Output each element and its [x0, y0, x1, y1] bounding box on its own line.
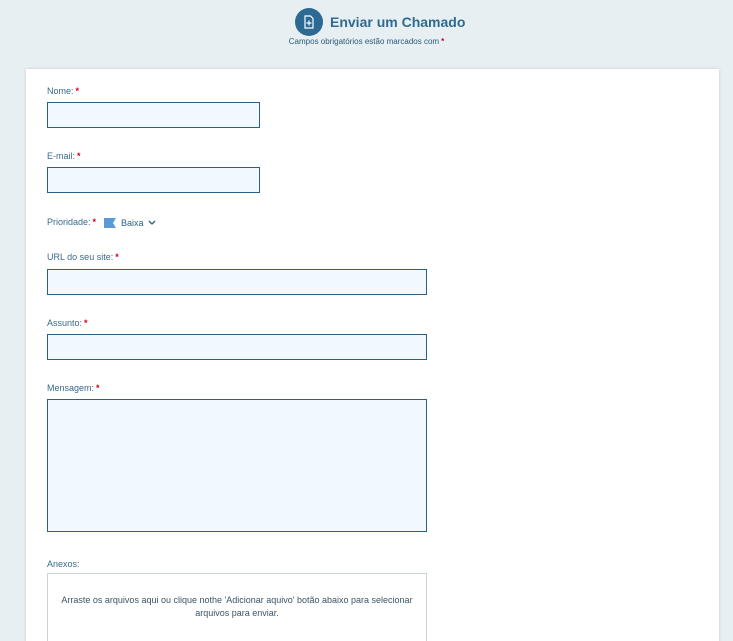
dropzone-text: Arraste os arquivos aqui ou clique nothe… [61, 595, 413, 618]
message-textarea[interactable] [47, 399, 427, 532]
required-asterisk: * [92, 217, 97, 227]
required-note-text: Campos obrigatórios estão marcados com [288, 37, 440, 46]
chevron-down-icon [148, 218, 156, 228]
priority-label-text: Prioridade: [47, 217, 91, 227]
priority-dropdown[interactable]: Baixa [104, 217, 156, 229]
name-input[interactable] [47, 102, 260, 128]
required-asterisk: * [441, 37, 445, 46]
name-label: Nome: * [47, 86, 79, 96]
ticket-form-panel: Nome: * E-mail: * Prioridade: * Baixa URL d… [26, 69, 719, 641]
url-label: URL do seu site: * [47, 252, 119, 262]
email-label: E-mail: * [47, 151, 81, 161]
required-asterisk: * [96, 383, 100, 393]
required-fields-note: Campos obrigatórios estão marcados com * [0, 37, 733, 46]
attachments-label: Anexos: [47, 559, 80, 569]
email-input[interactable] [47, 167, 260, 193]
email-label-text: E-mail: [47, 151, 76, 161]
subject-label: Assunto: * [47, 318, 88, 328]
required-asterisk: * [77, 151, 81, 161]
url-input[interactable] [47, 269, 427, 295]
message-label-text: Mensagem: [47, 383, 95, 393]
url-label-text: URL do seu site: [47, 252, 114, 262]
priority-label: Prioridade: * [47, 217, 96, 227]
page-title: Enviar um Chamado [330, 14, 466, 30]
subject-label-text: Assunto: [47, 318, 83, 328]
priority-flag-icon [104, 218, 116, 228]
required-asterisk: * [75, 86, 80, 96]
subject-input[interactable] [47, 334, 427, 360]
message-label: Mensagem: * [47, 383, 100, 393]
required-asterisk: * [115, 252, 119, 262]
name-label-text: Nome: [47, 86, 74, 96]
document-plus-icon [295, 8, 323, 36]
priority-value: Baixa [121, 218, 144, 228]
required-asterisk: * [84, 318, 88, 328]
page-header: Enviar um Chamado Campos obrigatórios es… [0, 0, 733, 68]
file-dropzone[interactable]: Arraste os arquivos aqui ou clique nothe… [47, 573, 427, 641]
